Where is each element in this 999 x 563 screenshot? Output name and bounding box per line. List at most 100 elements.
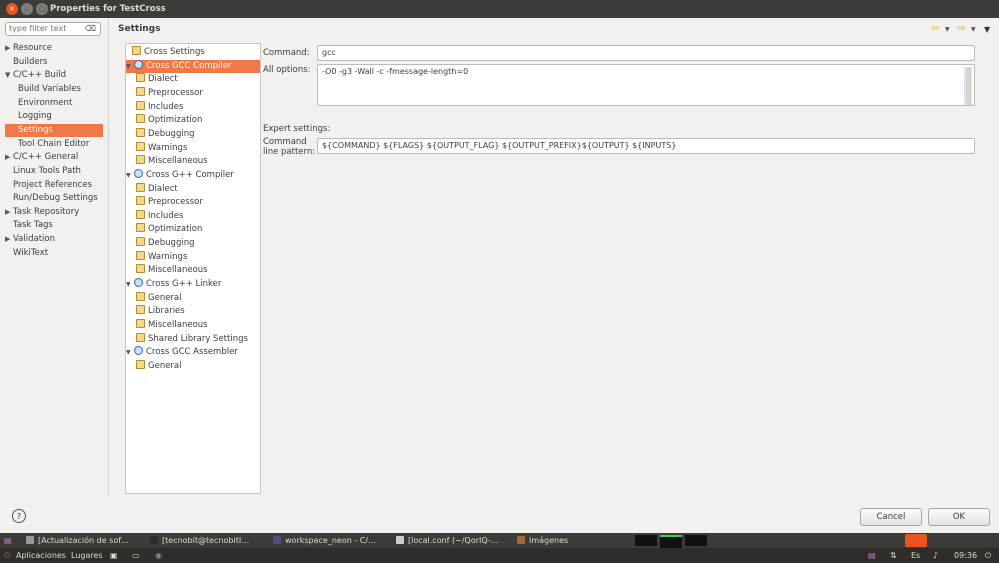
tree-node[interactable]: Debugging <box>126 237 260 250</box>
nav-item[interactable]: WikiText <box>5 247 103 260</box>
tree-node[interactable]: Optimization <box>126 114 260 127</box>
show-desktop-icon[interactable]: ▤ <box>4 533 12 548</box>
nav-item-label: WikiText <box>13 247 49 258</box>
taskbar-item[interactable]: workspace_neon - C/… <box>273 533 391 548</box>
tree-node[interactable]: Dialect <box>126 73 260 86</box>
tree-node-label: Optimization <box>148 224 203 235</box>
tree-node[interactable]: Includes <box>126 100 260 114</box>
taskbar-item[interactable]: Imágenes <box>517 533 635 548</box>
expand-arrow-icon[interactable]: ▶ <box>5 206 13 219</box>
nav-item[interactable]: Tool Chain Editor <box>5 138 103 151</box>
forward-dropdown-icon[interactable]: ▼ <box>971 26 976 33</box>
terminal-icon[interactable]: ▣ <box>110 548 118 563</box>
tree-node[interactable]: General <box>126 291 260 305</box>
nav-item[interactable]: Settings <box>5 123 103 137</box>
collapse-arrow-icon[interactable]: ▼ <box>126 278 134 291</box>
tree-node[interactable]: ▼ Cross GCC Compiler <box>126 59 260 73</box>
tree-node[interactable]: General <box>126 359 260 373</box>
nav-item[interactable]: ▶ Task Repository <box>5 206 103 219</box>
filter-field[interactable]: ⌫ <box>5 22 101 36</box>
nav-item[interactable]: Project References <box>5 179 103 192</box>
tree-node[interactable]: Libraries <box>126 305 260 318</box>
nav-item[interactable]: Linux Tools Path <box>5 165 103 178</box>
language-indicator[interactable]: Es <box>911 548 920 563</box>
menu-icon[interactable]: ⏻ <box>4 548 10 563</box>
tree-node[interactable]: Optimization <box>126 223 260 236</box>
nav-item[interactable]: Logging <box>5 110 103 123</box>
all-options-scrollbar[interactable] <box>964 67 972 105</box>
option-category-icon <box>136 359 145 369</box>
tree-node[interactable]: Dialect <box>126 182 260 196</box>
browser-icon[interactable]: ◉ <box>155 548 162 563</box>
workspace-switcher-icon[interactable] <box>905 534 927 547</box>
indicator-icon[interactable]: ▤ <box>868 548 876 563</box>
nav-item[interactable]: ▶ Validation <box>5 233 103 246</box>
option-category-icon <box>136 127 145 137</box>
nav-item-label: Logging <box>18 111 52 122</box>
collapse-arrow-icon[interactable]: ▼ <box>126 60 134 73</box>
tree-node[interactable]: Preprocessor <box>126 86 260 100</box>
tree-node[interactable]: Miscellaneous <box>126 319 260 332</box>
help-icon[interactable]: ? <box>12 509 26 523</box>
collapse-arrow-icon[interactable]: ▼ <box>126 169 134 182</box>
command-line-pattern-field[interactable]: ${COMMAND} ${FLAGS} ${OUTPUT_FLAG} ${OUT… <box>317 138 975 154</box>
nav-item-label: C/C++ Build <box>13 70 67 81</box>
nav-item[interactable]: ▼ C/C++ Build <box>5 69 103 82</box>
tree-node[interactable]: Cross Settings <box>126 46 260 59</box>
tree-node[interactable]: Warnings <box>126 250 260 264</box>
clock[interactable]: 09:36 <box>954 548 977 563</box>
tree-node[interactable]: ▼ Cross G++ Linker <box>126 278 260 291</box>
nav-item[interactable]: ▶ Resource <box>5 42 103 55</box>
applications-menu[interactable]: Aplicaciones <box>16 548 66 563</box>
nav-item[interactable]: Task Tags <box>5 219 103 232</box>
option-category-icon <box>136 250 145 260</box>
taskbar-item-label: Imágenes <box>529 536 569 545</box>
filter-input[interactable] <box>9 24 83 33</box>
expand-arrow-icon[interactable]: ▶ <box>5 42 13 55</box>
all-options-field[interactable]: -O0 -g3 -Wall -c -fmessage-length=0 <box>317 64 975 106</box>
nav-item[interactable]: Builders <box>5 56 103 69</box>
expand-arrow-icon[interactable]: ▶ <box>5 233 13 246</box>
maximize-icon[interactable]: ▢ <box>36 3 48 15</box>
close-icon[interactable]: ✕ <box>6 3 18 15</box>
tree-node[interactable]: Miscellaneous <box>126 264 260 277</box>
power-icon[interactable]: ⏻ <box>985 548 991 563</box>
tree-node[interactable]: Miscellaneous <box>126 155 260 168</box>
taskbar-item[interactable]: [Actualización de sof… <box>26 533 144 548</box>
command-field[interactable]: gcc <box>317 45 975 61</box>
network-icon[interactable]: ⇅ <box>890 548 897 563</box>
places-menu[interactable]: Lugares <box>71 548 103 563</box>
minimize-icon[interactable]: – <box>21 3 33 15</box>
ok-button[interactable]: OK <box>928 508 990 526</box>
tree-node[interactable]: ▼ Cross G++ Compiler <box>126 168 260 182</box>
back-arrow-icon[interactable]: ⇦ <box>931 23 939 34</box>
expand-arrow-icon[interactable]: ▶ <box>5 151 13 164</box>
tree-node[interactable]: Warnings <box>126 141 260 155</box>
taskbar-item[interactable]: [local.conf (~/QorIQ-… <box>396 533 514 548</box>
tree-node-label: Shared Library Settings <box>148 333 248 344</box>
volume-icon[interactable]: ♪ <box>933 548 938 563</box>
tree-node[interactable]: Preprocessor <box>126 196 260 209</box>
cancel-button[interactable]: Cancel <box>860 508 922 526</box>
forward-arrow-icon[interactable]: ⇨ <box>957 23 965 34</box>
nav-item[interactable]: Environment <box>5 97 103 110</box>
tree-node[interactable]: Debugging <box>126 127 260 141</box>
tree-node[interactable]: Includes <box>126 209 260 223</box>
back-dropdown-icon[interactable]: ▼ <box>945 26 950 33</box>
monitor-icon[interactable]: ▭ <box>132 548 140 563</box>
collapse-arrow-icon[interactable]: ▼ <box>126 346 134 359</box>
expand-arrow-icon[interactable]: ▼ <box>5 69 13 82</box>
command-label: Command: <box>263 48 310 58</box>
tree-node-label: Libraries <box>148 306 185 317</box>
nav-item[interactable]: ▶ C/C++ General <box>5 151 103 164</box>
nav-item-label: Builders <box>13 56 48 67</box>
tree-node[interactable]: ▼ Cross GCC Assembler <box>126 346 260 359</box>
nav-item[interactable]: Run/Debug Settings <box>5 192 103 205</box>
nav-item-label: Linux Tools Path <box>13 165 81 176</box>
view-menu-icon[interactable]: ▼ <box>984 25 990 34</box>
taskbar-item[interactable]: [tecnobit@tecnobitI… <box>150 533 268 548</box>
taskbar-item-label: [Actualización de sof… <box>38 536 130 545</box>
tree-node[interactable]: Shared Library Settings <box>126 332 260 346</box>
nav-item[interactable]: Build Variables <box>5 83 103 96</box>
clear-filter-icon[interactable]: ⌫ <box>85 24 96 33</box>
